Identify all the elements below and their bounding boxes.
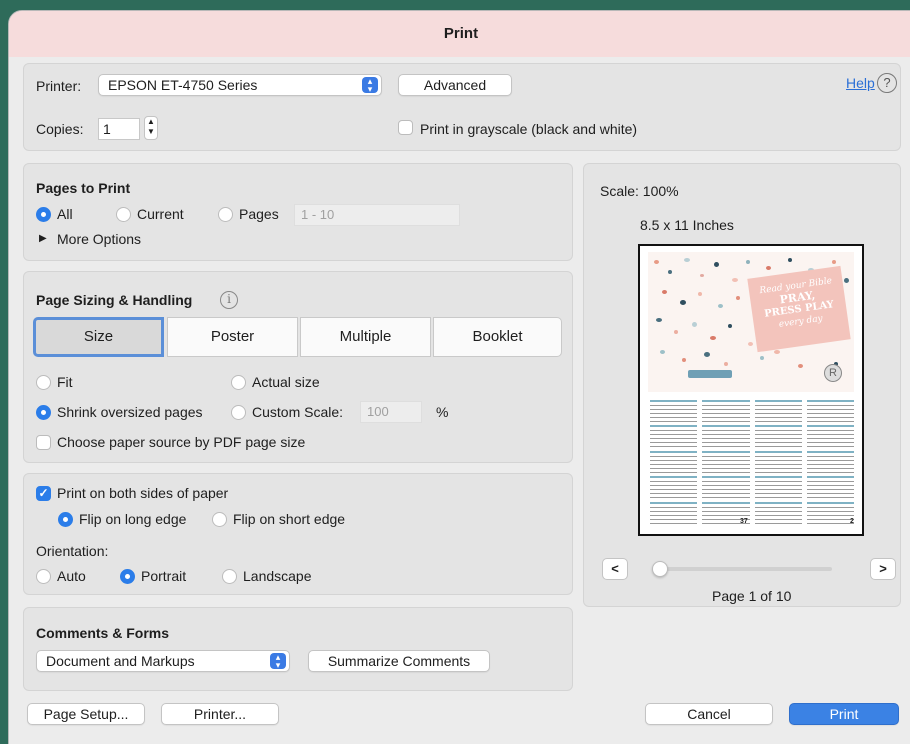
orientation-label: Orientation: <box>36 543 109 559</box>
summarize-comments-button[interactable]: Summarize Comments <box>308 650 490 672</box>
help-link[interactable]: Help <box>846 75 875 91</box>
window-title: Print <box>9 11 910 57</box>
page-preview: Read your Bible PRAY, PRESS PLAY every d… <box>638 244 864 536</box>
fit-label: Fit <box>57 374 73 390</box>
both-sides-checkbox[interactable]: ✓ <box>36 486 51 501</box>
printer-label: Printer: <box>36 78 82 94</box>
print-dialog: Print Printer: EPSON ET-4750 Series ▴ ▾ A… <box>8 10 910 744</box>
copies-label: Copies: <box>36 121 84 137</box>
custom-scale-radio[interactable] <box>231 405 246 420</box>
preview-panel: Scale: 100% 8.5 x 11 Inches Read your Bi… <box>583 163 901 607</box>
previous-page-button[interactable]: < <box>602 558 628 580</box>
more-options-label[interactable]: More Options <box>57 231 141 247</box>
custom-scale-field[interactable]: 100 <box>360 401 422 423</box>
orientation-auto-radio[interactable] <box>36 569 51 584</box>
copies-value: 1 <box>103 121 111 137</box>
printer-select[interactable]: EPSON ET-4750 Series ▴ ▾ <box>98 74 382 96</box>
paper-size-text: 8.5 x 11 Inches <box>640 217 734 233</box>
orientation-portrait-label: Portrait <box>141 568 187 584</box>
poster-note: Read your Bible PRAY, PRESS PLAY every d… <box>747 265 851 353</box>
page-range-field[interactable]: 1 - 10 <box>294 204 460 226</box>
chevron-updown-icon: ▴ ▾ <box>362 77 378 94</box>
actual-size-radio[interactable] <box>231 375 246 390</box>
disclosure-triangle-icon[interactable]: ▶ <box>39 233 47 244</box>
custom-scale-value: 100 <box>367 404 389 419</box>
page-range-label: Pages <box>239 206 279 222</box>
shrink-radio[interactable] <box>36 405 51 420</box>
scale-text: Scale: 100% <box>600 183 679 199</box>
tab-multiple[interactable]: Multiple <box>300 317 431 357</box>
preview-right-page-number: 2 <box>850 518 854 525</box>
tab-poster[interactable]: Poster <box>167 317 298 357</box>
comments-panel: Comments & Forms Document and Markups ▴ ▾… <box>23 607 573 691</box>
page-setup-button[interactable]: Page Setup... <box>27 703 145 725</box>
page-range-radio[interactable] <box>218 207 233 222</box>
grayscale-label: Print in grayscale (black and white) <box>420 121 638 137</box>
poster-logo-bar <box>688 370 732 378</box>
all-pages-label: All <box>57 206 73 222</box>
page-slider[interactable] <box>652 567 832 571</box>
custom-scale-label: Custom Scale: <box>252 404 344 420</box>
copies-stepper[interactable]: ▲ ▼ <box>144 116 158 140</box>
paper-source-label: Choose paper source by PDF page size <box>57 434 306 450</box>
current-page-label: Current <box>137 206 184 222</box>
actual-size-label: Actual size <box>252 374 320 390</box>
comments-title: Comments & Forms <box>36 625 170 641</box>
flip-long-label: Flip on long edge <box>79 511 187 527</box>
page-sizing-panel: Page Sizing & Handling i Size Poster Mul… <box>23 271 573 463</box>
current-page-radio[interactable] <box>116 207 131 222</box>
tab-booklet[interactable]: Booklet <box>433 317 562 357</box>
preview-left-page-number: 37 <box>740 518 748 525</box>
flip-long-radio[interactable] <box>58 512 73 527</box>
flip-short-radio[interactable] <box>212 512 227 527</box>
duplex-panel: ✓ Print on both sides of paper Flip on l… <box>23 473 573 595</box>
help-icon[interactable]: ? <box>877 73 897 93</box>
orientation-landscape-radio[interactable] <box>222 569 237 584</box>
preview-poster: Read your Bible PRAY, PRESS PLAY every d… <box>648 252 854 392</box>
printer-select-value: EPSON ET-4750 Series <box>108 77 258 93</box>
orientation-auto-label: Auto <box>57 568 86 584</box>
poster-badge-letter: R <box>829 367 837 379</box>
comments-select[interactable]: Document and Markups ▴ ▾ <box>36 650 290 672</box>
paper-source-checkbox[interactable] <box>36 435 51 450</box>
flip-short-label: Flip on short edge <box>233 511 346 527</box>
page-range-placeholder: 1 - 10 <box>301 207 335 222</box>
page-slider-knob[interactable] <box>652 561 668 577</box>
advanced-button[interactable]: Advanced <box>398 74 512 96</box>
comments-select-value: Document and Markups <box>46 653 195 669</box>
chevron-updown-icon: ▴ ▾ <box>270 653 286 670</box>
fit-radio[interactable] <box>36 375 51 390</box>
orientation-portrait-radio[interactable] <box>120 569 135 584</box>
printer-button[interactable]: Printer... <box>161 703 279 725</box>
pages-to-print-panel: Pages to Print All Current Pages 1 - 10 … <box>23 163 573 261</box>
poster-badge: R <box>824 364 842 382</box>
page-indicator: Page 1 of 10 <box>712 588 792 604</box>
percent-sign: % <box>436 404 449 420</box>
printer-panel: Printer: EPSON ET-4750 Series ▴ ▾ Advance… <box>23 63 901 151</box>
print-button[interactable]: Print <box>789 703 899 725</box>
next-page-button[interactable]: > <box>870 558 896 580</box>
tab-size[interactable]: Size <box>33 317 164 357</box>
page-sizing-title: Page Sizing & Handling <box>36 292 193 308</box>
orientation-landscape-label: Landscape <box>243 568 312 584</box>
reading-plan-grid <box>650 400 854 524</box>
both-sides-label: Print on both sides of paper <box>57 485 229 501</box>
info-icon[interactable]: i <box>220 291 238 309</box>
pages-to-print-title: Pages to Print <box>36 180 131 196</box>
cancel-button[interactable]: Cancel <box>645 703 773 725</box>
grayscale-checkbox[interactable] <box>398 120 413 135</box>
all-pages-radio[interactable] <box>36 207 51 222</box>
shrink-label: Shrink oversized pages <box>57 404 203 420</box>
copies-field[interactable]: 1 <box>98 118 140 140</box>
